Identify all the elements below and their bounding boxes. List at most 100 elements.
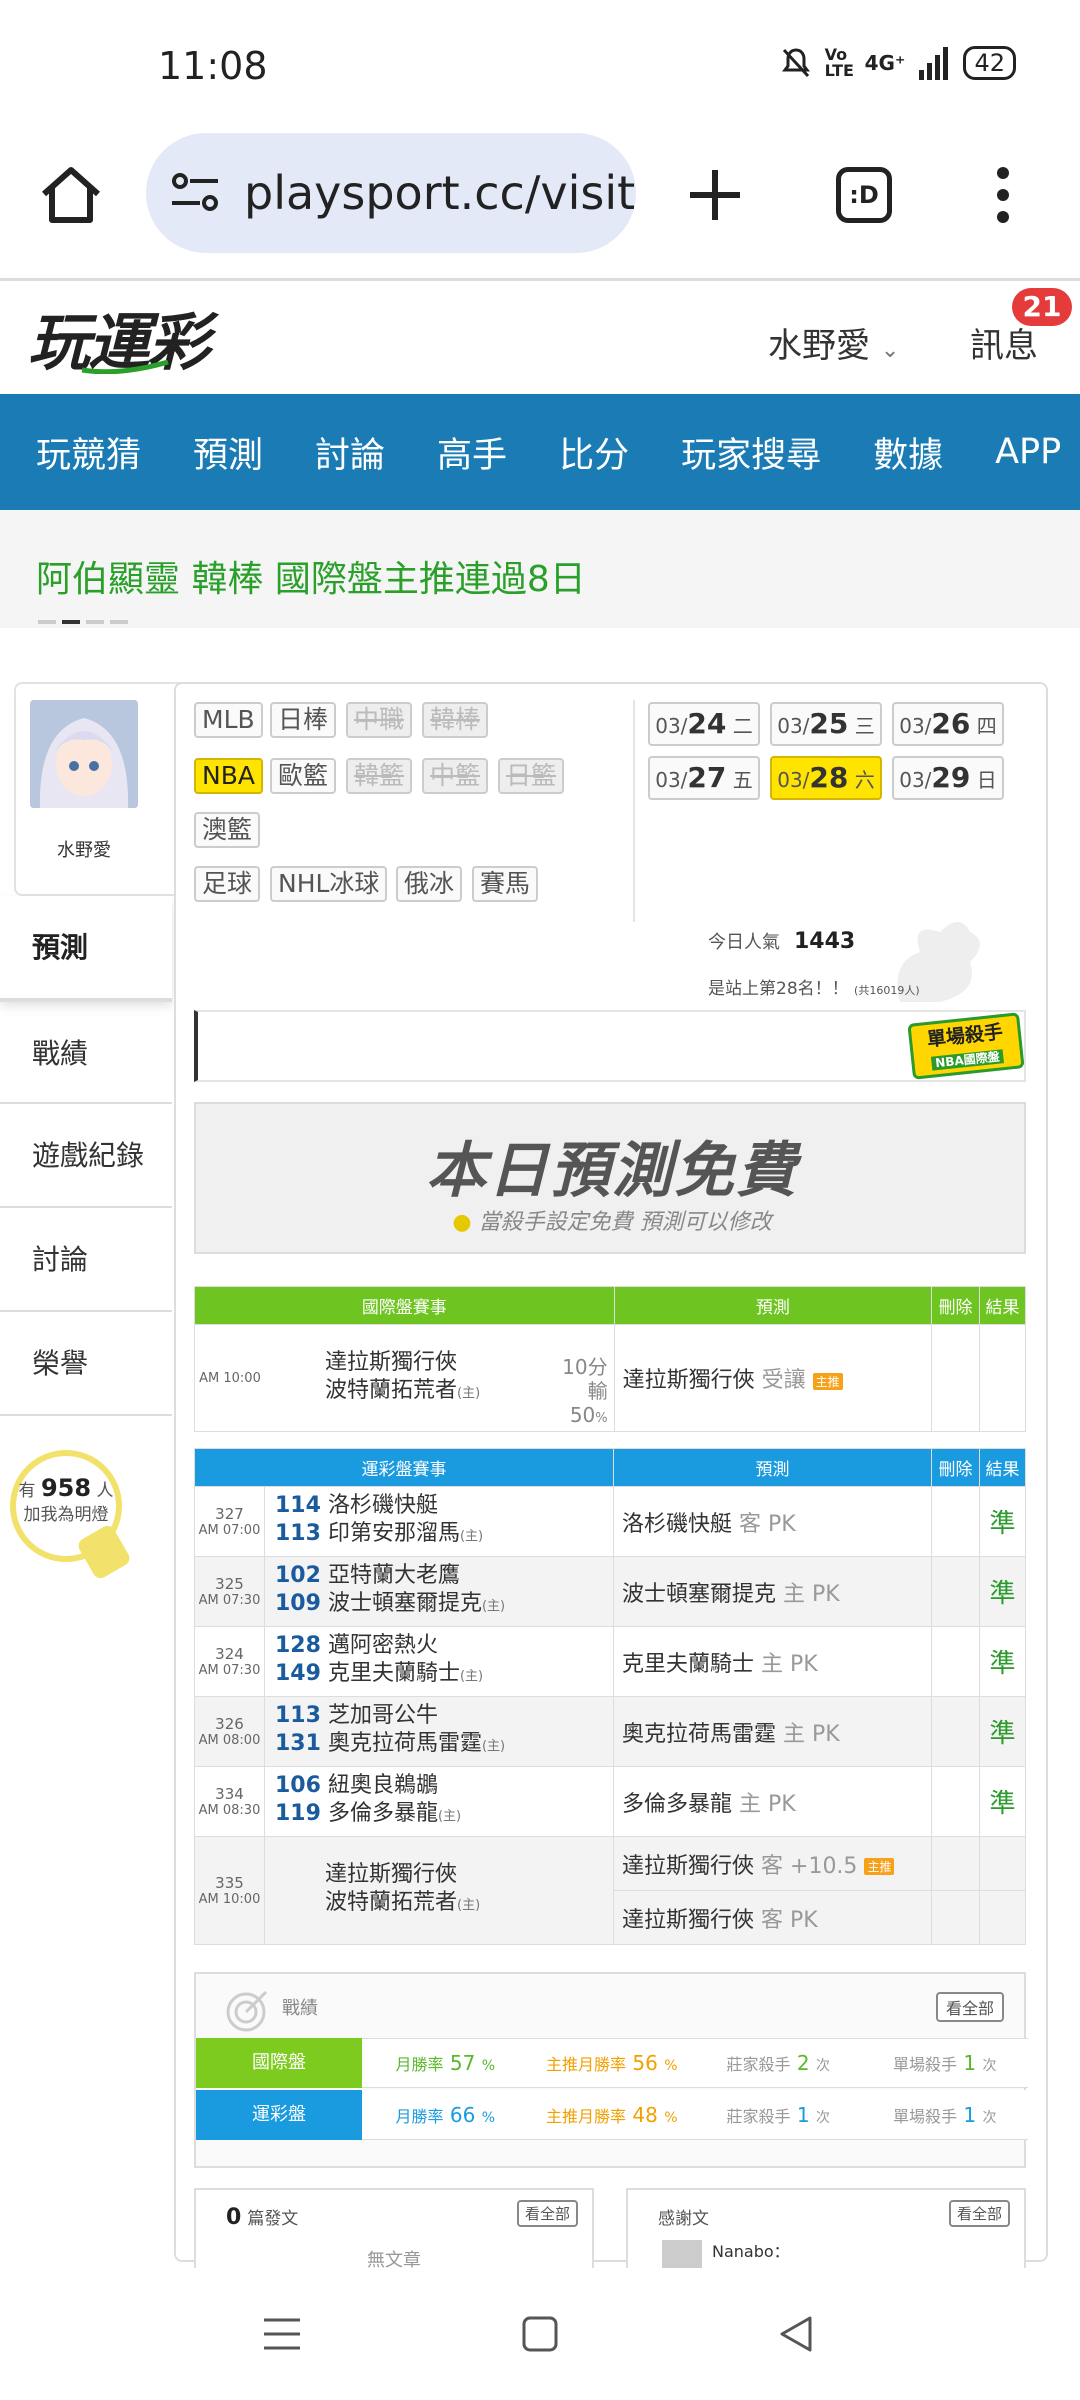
clock: 11:08: [158, 44, 268, 88]
pager-dot-active[interactable]: [62, 620, 80, 624]
bulb-icon: ●: [452, 1210, 472, 1235]
table-row: 326 AM 08:00 113 芝加哥公牛 131 奧克拉荷馬雷霆(主) 奧克拉荷馬雷…: [194, 1696, 1026, 1767]
nav-item-discuss[interactable]: 討論: [315, 427, 385, 478]
pager-dot[interactable]: [110, 620, 128, 624]
nav-item-player-search[interactable]: 玩家搜尋: [681, 427, 821, 478]
table-row: 327 AM 07:00 114 洛杉磯快艇 113 印第安那溜馬(主) 洛杉磯快艇 客…: [194, 1486, 1026, 1557]
home-icon[interactable]: [36, 160, 106, 230]
record-stat: 月勝率 66 %: [362, 2103, 529, 2127]
pager-dot[interactable]: [38, 620, 56, 624]
sport-chip-horse[interactable]: 賽馬: [472, 866, 539, 902]
nav-item-scores[interactable]: 比分: [559, 427, 629, 478]
date-chip[interactable]: 03/27 五: [648, 756, 760, 800]
sport-chip-khl[interactable]: 俄冰: [396, 866, 463, 902]
date-chip[interactable]: 03/25 三: [770, 702, 882, 746]
avatar-illustration: [30, 700, 138, 808]
user-menu[interactable]: 水野愛 ⌄: [768, 318, 899, 367]
url-bar[interactable]: playsport.cc/visit: [146, 133, 636, 253]
table-row: 334 AM 08:30 106 紐奧良鵜鶘 119 多倫多暴龍(主) 多倫多暴龍 主 …: [194, 1766, 1026, 1837]
site-settings-icon[interactable]: [170, 173, 220, 213]
nav-item-app[interactable]: APP: [995, 432, 1061, 472]
stat-label: 主推月勝率: [546, 2106, 627, 2126]
posts-view-all-button[interactable]: 看全部: [516, 2200, 578, 2227]
date-md: 03/: [899, 714, 932, 738]
away-team: 達拉斯獨行俠: [325, 1862, 458, 1887]
free-banner: 本日預測免費 ● 當殺手設定免費 預測可以修改: [194, 1102, 1026, 1254]
thanks-view-all-button[interactable]: 看全部: [948, 2200, 1010, 2227]
pick-side: 主 PK: [761, 1651, 818, 1677]
home-team: 波士頓塞爾提克: [327, 1591, 482, 1616]
game-id-cell: 325 AM 07:30: [194, 1556, 265, 1627]
away-team: 芝加哥公牛: [327, 1703, 438, 1728]
stat-label: 莊家殺手: [726, 2055, 791, 2074]
date-chip[interactable]: 03/26 四: [892, 702, 1004, 746]
date-weekday: 日: [976, 768, 997, 792]
teams-cell: 102 亞特蘭大老鷹 109 波士頓塞爾提克(主): [264, 1556, 614, 1627]
game-time: AM 08:30: [198, 1803, 261, 1818]
killer-tag-sub: NBA國際盤: [930, 1049, 1005, 1071]
stat-unit: 次: [815, 2058, 830, 2074]
pick-cell: 達拉斯獨行俠 客 PK: [613, 1890, 932, 1945]
table-row: 324 AM 07:30 128 邁阿密熱火 149 克里夫蘭騎士(主) 克里夫蘭騎士 …: [194, 1626, 1026, 1697]
table-row: 335 AM 10:00 達拉斯獨行俠 波特蘭拓荒者(主) 達拉斯獨行俠 客 +10.5…: [194, 1836, 1026, 1945]
stat-value: 1: [963, 2051, 977, 2075]
game-number: 326: [215, 1715, 244, 1733]
side-item-game-log[interactable]: 遊戲紀錄: [0, 1104, 172, 1208]
stat-label: 單場殺手: [893, 2106, 958, 2126]
more-menu-icon[interactable]: [996, 165, 1010, 225]
stat-value: 1: [963, 2102, 977, 2127]
sport-chip-mlb[interactable]: MLB: [194, 702, 263, 738]
odds-pct: 50: [569, 1403, 596, 1427]
sport-chip-nbl[interactable]: 澳籃: [194, 812, 261, 848]
sport-chip-euro-bb[interactable]: 歐籃: [270, 758, 337, 794]
side-item-discuss[interactable]: 討論: [0, 1208, 172, 1312]
pick-side: 客 PK: [739, 1511, 796, 1537]
delete-cell: [931, 1626, 980, 1697]
nav-item-predict[interactable]: 預測: [193, 427, 263, 478]
news-banner[interactable]: 阿伯顯靈 韓棒 國際盤主推連過8日: [0, 510, 1080, 628]
sport-chip-npb[interactable]: 日棒: [270, 702, 337, 738]
side-item-honor[interactable]: 榮譽: [0, 1312, 172, 1416]
odds-pct-unit: %: [595, 1411, 608, 1426]
sport-chip-nba[interactable]: NBA: [194, 758, 263, 794]
date-chip[interactable]: 03/29 日: [892, 756, 1004, 800]
nav-item-guess[interactable]: 玩競猜: [36, 427, 141, 478]
fans-suffix: 人: [96, 1481, 114, 1501]
new-tab-icon[interactable]: [680, 160, 750, 230]
free-subtitle: ● 當殺手設定免費 預測可以修改: [196, 1204, 1028, 1236]
date-chip-selected[interactable]: 03/28 六: [770, 756, 882, 800]
home-mark: (主): [437, 1809, 462, 1824]
sport-chip-soccer[interactable]: 足球: [194, 866, 261, 902]
pick-team: 達拉斯獨行俠: [622, 1907, 755, 1933]
pick-side: 客 +10.5: [761, 1853, 858, 1879]
thanks-avatar[interactable]: [662, 2240, 702, 2268]
side-item-predict[interactable]: 預測: [0, 896, 172, 1000]
home-team: 克里夫蘭騎士: [327, 1661, 460, 1686]
home-mark: (主): [459, 1529, 484, 1544]
record-stat: 莊家殺手 2 次: [695, 2051, 862, 2075]
delete-cell: [931, 1556, 980, 1627]
pick-side: 主 PK: [739, 1791, 796, 1817]
fan-bulb-button[interactable]: 有 958 人 加我為明燈: [10, 1450, 122, 1562]
thanks-user[interactable]: Nanabo：: [712, 2238, 790, 2262]
date-md: 03/: [655, 714, 688, 738]
nav-item-data[interactable]: 數據: [873, 427, 943, 478]
tab-switcher-button[interactable]: :D: [836, 167, 892, 223]
main-pick-tag: 主推: [812, 1372, 843, 1390]
sport-chip-nhl[interactable]: NHL冰球: [270, 866, 388, 902]
avatar[interactable]: [30, 700, 138, 808]
home-team: 波特蘭拓荒者: [325, 1377, 458, 1403]
nav-item-experts[interactable]: 高手: [437, 427, 507, 478]
record-view-all-button[interactable]: 看全部: [935, 1992, 1004, 2022]
date-chip[interactable]: 03/24 二: [648, 702, 760, 746]
game-cell: AM 10:00 達拉斯獨行俠 波特蘭拓荒者(主) 10分輸 50%: [194, 1324, 615, 1432]
home-mark: (主): [481, 1599, 506, 1614]
sport-chip-cba: 中籃: [422, 758, 489, 794]
pager-dot[interactable]: [86, 620, 104, 624]
date-weekday: 五: [732, 768, 753, 792]
side-item-record[interactable]: 戰績: [0, 1000, 172, 1104]
back-icon[interactable]: [776, 2314, 816, 2354]
home-button-icon[interactable]: [520, 2314, 560, 2354]
recents-icon[interactable]: [262, 2314, 302, 2354]
home-team: 印第安那溜馬: [327, 1521, 460, 1546]
